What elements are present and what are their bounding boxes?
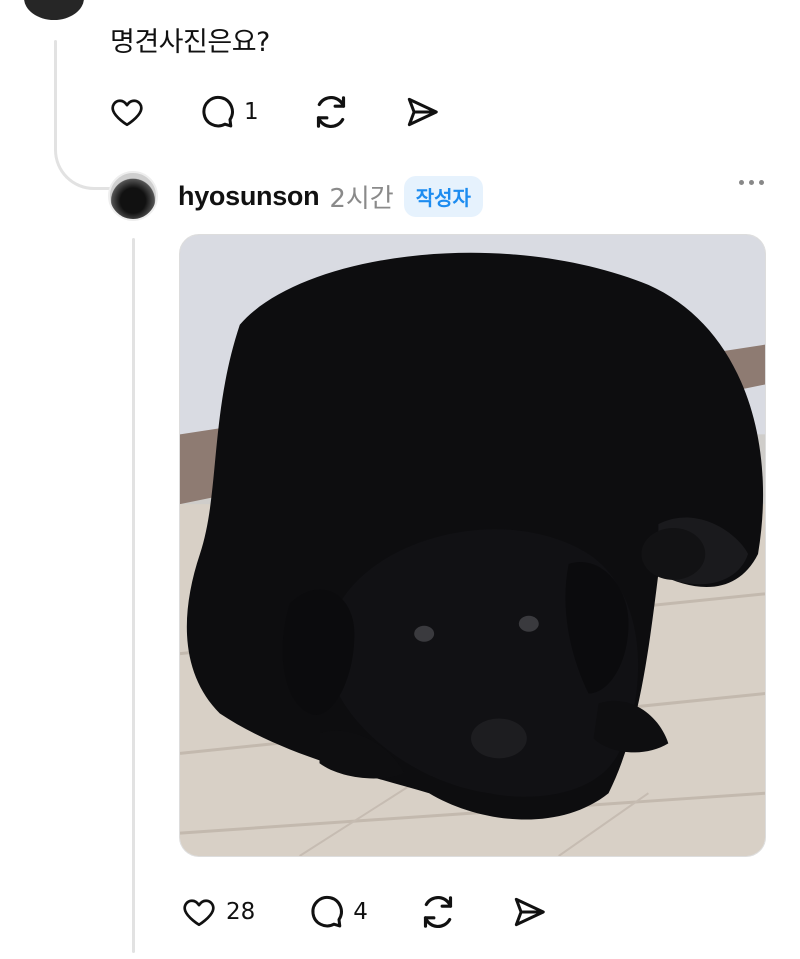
comment-bubble-icon — [202, 95, 234, 128]
more-options-icon[interactable] — [739, 180, 764, 185]
repost-button[interactable] — [311, 92, 351, 132]
dog-photo-image — [180, 235, 765, 856]
heart-icon — [111, 99, 143, 127]
reply-action-bar: 28 4 — [180, 892, 548, 932]
reply-button[interactable]: 4 — [307, 893, 368, 931]
reply-avatar[interactable] — [108, 171, 158, 221]
reply-username[interactable]: hyosunson — [178, 181, 320, 212]
reply-count: 4 — [353, 899, 368, 925]
like-button[interactable] — [108, 94, 146, 130]
share-button[interactable] — [403, 93, 441, 131]
heart-icon — [183, 899, 215, 927]
reply-button[interactable]: 1 — [198, 93, 259, 131]
repost-button[interactable] — [418, 892, 458, 932]
reply-thread-line — [132, 238, 135, 953]
reply-count: 1 — [244, 99, 259, 125]
share-button[interactable] — [510, 893, 548, 931]
author-badge: 작성자 — [403, 175, 483, 217]
send-icon — [407, 97, 438, 127]
like-button[interactable]: 28 — [180, 894, 255, 930]
like-count: 28 — [226, 899, 256, 925]
send-icon — [514, 897, 545, 927]
parent-avatar[interactable] — [24, 0, 84, 20]
reply-header: hyosunson 2시간 작성자 — [108, 170, 483, 222]
thread-connector — [54, 110, 114, 190]
parent-action-bar: 1 — [108, 92, 441, 132]
reply-timestamp: 2시간 — [329, 183, 394, 214]
dog-photo[interactable] — [179, 234, 766, 857]
repost-icon — [316, 96, 345, 128]
repost-icon — [423, 896, 453, 928]
parent-comment-text: 명견사진은요? — [110, 27, 270, 58]
comment-bubble-icon — [311, 895, 344, 928]
